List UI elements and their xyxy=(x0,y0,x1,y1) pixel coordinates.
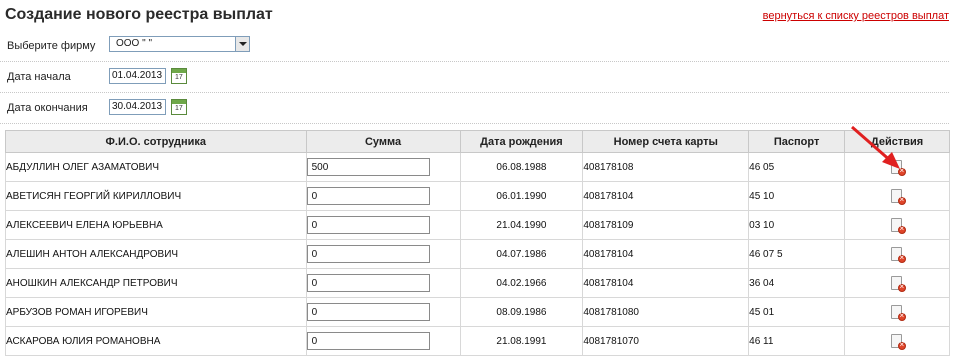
sum-cell: 500 xyxy=(305,152,461,182)
birth-date: 21.08.1991 xyxy=(459,326,584,356)
sum-cell: 0 xyxy=(305,297,461,327)
birth-date: 08.09.1986 xyxy=(459,297,584,327)
table-row: АНОШКИН АЛЕКСАНДР ПЕТРОВИЧ 0 04.02.1966 408… xyxy=(5,268,950,298)
table-body: АБДУЛЛИН ОЛЕГ АЗАМАТОВИЧ 500 06.08.1988 408… xyxy=(5,152,950,356)
red-arrow-icon xyxy=(851,125,900,169)
card-number: 408178109 xyxy=(582,210,750,240)
sum-input[interactable]: 0 xyxy=(306,245,430,263)
sum-cell: 0 xyxy=(305,268,461,298)
start-date-label: Дата начала xyxy=(7,71,71,83)
chevron-down-icon[interactable] xyxy=(235,37,249,51)
start-date-input[interactable]: 01.04.2013 xyxy=(109,68,166,84)
card-number: 408178104 xyxy=(582,268,750,298)
delete-document-icon[interactable] xyxy=(889,275,906,292)
calendar-icon[interactable]: 17 xyxy=(171,68,187,84)
actions-cell xyxy=(844,326,950,356)
card-number: 4081781070 xyxy=(582,326,750,356)
table-row: АРБУЗОВ РОМАН ИГОРЕВИЧ 0 08.09.1986 4081781… xyxy=(5,297,950,327)
employee-name: АРБУЗОВ РОМАН ИГОРЕВИЧ xyxy=(5,297,307,327)
passport: 36 04 xyxy=(748,268,846,298)
header-dob: Дата рождения xyxy=(459,130,584,153)
employee-name: АБДУЛЛИН ОЛЕГ АЗАМАТОВИЧ xyxy=(5,152,307,182)
start-date-row: Дата начала 01.04.2013 17 xyxy=(0,62,949,93)
passport: 45 01 xyxy=(748,297,846,327)
table-row: АЛЕШИН АНТОН АЛЕКСАНДРОВИЧ 0 04.07.1986 408… xyxy=(5,239,950,269)
delete-document-icon[interactable] xyxy=(889,333,906,350)
table-row: АСКАРОВА ЮЛИЯ РОМАНОВНА 0 21.08.1991 408178… xyxy=(5,326,950,356)
employee-name: АЛЕШИН АНТОН АЛЕКСАНДРОВИЧ xyxy=(5,239,307,269)
table-header-row: Ф.И.О. сотрудника Сумма Дата рождения Но… xyxy=(5,130,950,153)
card-number: 4081781080 xyxy=(582,297,750,327)
header-card: Номер счета карты xyxy=(582,130,750,153)
end-date-row: Дата окончания 30.04.2013 17 xyxy=(0,93,949,124)
delete-document-icon[interactable] xyxy=(889,188,906,205)
firm-row: Выберите фирму ООО " " xyxy=(0,31,949,62)
birth-date: 04.07.1986 xyxy=(459,239,584,269)
sum-cell: 0 xyxy=(305,210,461,240)
payments-table: Ф.И.О. сотрудника Сумма Дата рождения Но… xyxy=(5,130,950,356)
end-date-label: Дата окончания xyxy=(7,102,88,114)
passport: 46 05 xyxy=(748,152,846,182)
passport: 46 07 5 xyxy=(748,239,846,269)
employee-name: АЛЕКСЕЕВИЧ ЕЛЕНА ЮРЬЕВНА xyxy=(5,210,307,240)
table-row: АВЕТИСЯН ГЕОРГИЙ КИРИЛЛОВИЧ 0 06.01.1990 40… xyxy=(5,181,950,211)
sum-input[interactable]: 500 xyxy=(306,158,430,176)
header-name: Ф.И.О. сотрудника xyxy=(5,130,307,153)
actions-cell xyxy=(844,297,950,327)
passport: 03 10 xyxy=(748,210,846,240)
birth-date: 06.01.1990 xyxy=(459,181,584,211)
delete-document-icon[interactable] xyxy=(889,217,906,234)
table-row: АБДУЛЛИН ОЛЕГ АЗАМАТОВИЧ 500 06.08.1988 408… xyxy=(5,152,950,182)
card-number: 408178108 xyxy=(582,152,750,182)
actions-cell xyxy=(844,210,950,240)
calendar-icon[interactable]: 17 xyxy=(171,99,187,115)
end-date-input[interactable]: 30.04.2013 xyxy=(109,99,166,115)
passport: 46 11 xyxy=(748,326,846,356)
birth-date: 21.04.1990 xyxy=(459,210,584,240)
sum-input[interactable]: 0 xyxy=(306,303,430,321)
employee-name: АСКАРОВА ЮЛИЯ РОМАНОВНА xyxy=(5,326,307,356)
sum-input[interactable]: 0 xyxy=(306,332,430,350)
table-row: АЛЕКСЕЕВИЧ ЕЛЕНА ЮРЬЕВНА 0 21.04.1990 40817… xyxy=(5,210,950,240)
sum-cell: 0 xyxy=(305,239,461,269)
firm-select-value: ООО " " xyxy=(116,38,152,49)
sum-cell: 0 xyxy=(305,181,461,211)
header-sum: Сумма xyxy=(305,130,461,153)
sum-input[interactable]: 0 xyxy=(306,274,430,292)
sum-input[interactable]: 0 xyxy=(306,216,430,234)
firm-label: Выберите фирму xyxy=(7,40,96,52)
actions-cell xyxy=(844,181,950,211)
sum-input[interactable]: 0 xyxy=(306,187,430,205)
delete-document-icon[interactable] xyxy=(889,304,906,321)
back-to-registries-link[interactable]: вернуться к списку реестров выплат xyxy=(763,10,949,22)
firm-select[interactable]: ООО " " xyxy=(109,36,250,52)
birth-date: 06.08.1988 xyxy=(459,152,584,182)
card-number: 408178104 xyxy=(582,239,750,269)
passport: 45 10 xyxy=(748,181,846,211)
actions-cell xyxy=(844,268,950,298)
birth-date: 04.02.1966 xyxy=(459,268,584,298)
actions-cell xyxy=(844,239,950,269)
card-number: 408178104 xyxy=(582,181,750,211)
page-title: Создание нового реестра выплат xyxy=(5,6,273,23)
employee-name: АВЕТИСЯН ГЕОРГИЙ КИРИЛЛОВИЧ xyxy=(5,181,307,211)
sum-cell: 0 xyxy=(305,326,461,356)
delete-document-icon[interactable] xyxy=(889,246,906,263)
header-passport: Паспорт xyxy=(748,130,846,153)
employee-name: АНОШКИН АЛЕКСАНДР ПЕТРОВИЧ xyxy=(5,268,307,298)
